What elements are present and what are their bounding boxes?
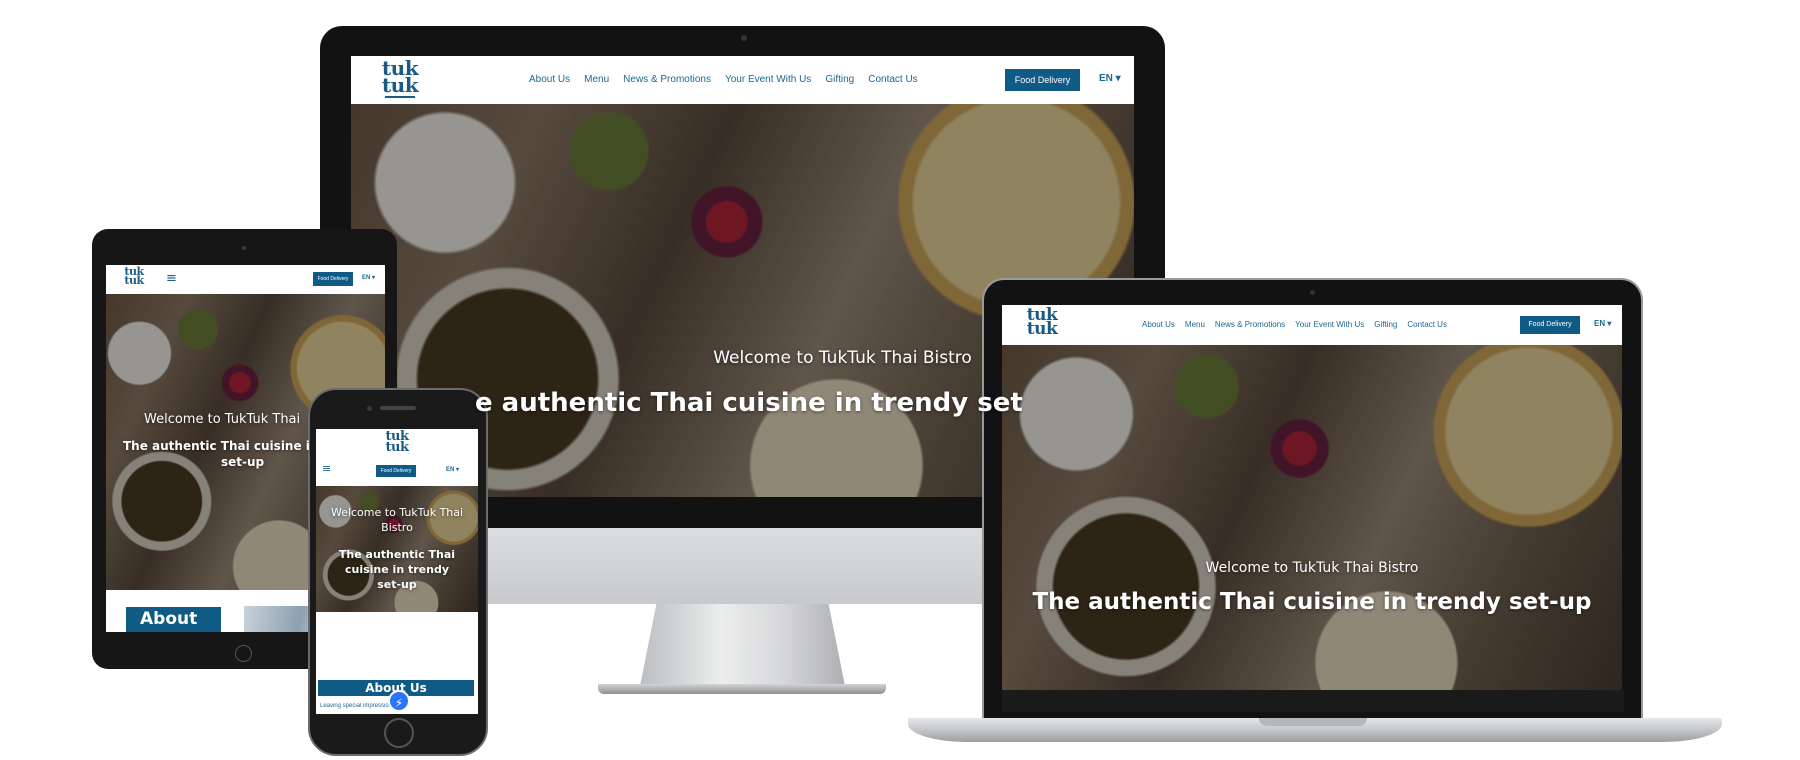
nav-gifting[interactable]: Gifting xyxy=(1374,320,1397,329)
nav-menu[interactable]: Menu xyxy=(1185,320,1205,329)
imac-base xyxy=(598,684,886,694)
language-selector[interactable]: EN ▾ xyxy=(1594,319,1611,328)
hero-tagline-line3: set-up xyxy=(377,578,417,591)
tablet-camera xyxy=(242,246,246,250)
food-delivery-button[interactable]: Food Delivery xyxy=(313,272,353,286)
laptop-main-menu: About Us Menu News & Promotions Your Eve… xyxy=(1142,320,1447,329)
hero-welcome-text: Welcome to TukTuk Thai Bistro xyxy=(1205,560,1419,576)
language-selector[interactable]: EN ▾ xyxy=(362,274,375,281)
hero-welcome-line2: Bistro xyxy=(381,521,413,534)
nav-contact-us[interactable]: Contact Us xyxy=(1407,320,1447,329)
nav-gifting[interactable]: Gifting xyxy=(825,74,854,85)
hero-welcome-text: Welcome to TukTuk Thai xyxy=(144,412,301,427)
logo-text-line2: tuk xyxy=(124,274,144,288)
hero-tagline: e authentic Thai cuisine in trendy set xyxy=(475,388,1023,418)
nav-your-event[interactable]: Your Event With Us xyxy=(1295,320,1364,329)
nav-menu[interactable]: Menu xyxy=(584,74,609,85)
nav-about-us[interactable]: About Us xyxy=(529,74,570,85)
logo-text-line2: tuk xyxy=(385,440,409,456)
hero-tagline-line1: The authentic Thai cuisine i xyxy=(123,439,310,453)
nav-contact-us[interactable]: Contact Us xyxy=(868,74,917,85)
hero-tagline: The authentic Thai cuisine in trendy set… xyxy=(1032,589,1592,615)
phone-logo[interactable]: tuk tuk xyxy=(384,430,410,456)
nav-news-promotions[interactable]: News & Promotions xyxy=(1215,320,1285,329)
nav-your-event[interactable]: Your Event With Us xyxy=(725,74,811,85)
laptop-camera xyxy=(1310,290,1315,295)
tablet-about-heading: About xyxy=(126,607,221,632)
logo-text-line2: tuk xyxy=(381,73,419,97)
language-selector[interactable]: EN ▾ xyxy=(1099,73,1121,84)
imac-stand xyxy=(640,604,845,686)
food-delivery-button[interactable]: Food Delivery xyxy=(1005,69,1080,91)
hero-welcome-line1: Welcome to TukTuk Thai xyxy=(330,506,464,519)
hero-tagline-line1: The authentic Thai xyxy=(338,548,456,561)
phone-home-button xyxy=(384,718,414,748)
phone-hero-image: Welcome to TukTuk Thai Bistro The authen… xyxy=(316,486,478,613)
logo-text-line2: tuk xyxy=(1026,319,1058,340)
hamburger-menu-icon[interactable]: ≡ xyxy=(166,271,177,286)
laptop-bottom-bezel xyxy=(1002,690,1624,712)
tablet-home-button xyxy=(235,645,252,662)
laptop-logo[interactable]: tuk tuk xyxy=(1026,307,1058,340)
messenger-chat-icon[interactable]: ⚡ xyxy=(388,690,410,712)
tablet-site-header: tuk tuk ≡ Food Delivery EN ▾ xyxy=(106,265,385,294)
hero-tagline-line2: set-up xyxy=(221,455,265,469)
imac-main-menu: About Us Menu News & Promotions Your Eve… xyxy=(529,74,918,85)
laptop-opening-notch xyxy=(1259,718,1367,726)
language-selector[interactable]: EN ▾ xyxy=(446,466,459,473)
tablet-logo[interactable]: tuk tuk xyxy=(123,266,145,288)
hero-welcome-text: Welcome to TukTuk Thai Bistro xyxy=(713,348,972,368)
nav-news-promotions[interactable]: News & Promotions xyxy=(623,74,711,85)
imac-logo[interactable]: tuk tuk xyxy=(381,58,419,98)
apple-logo-icon xyxy=(724,546,762,586)
hero-tagline-line2: cuisine in trendy xyxy=(344,563,449,576)
food-delivery-button[interactable]: Food Delivery xyxy=(1520,316,1580,334)
nav-about-us[interactable]: About Us xyxy=(1142,320,1175,329)
imac-camera xyxy=(741,35,747,41)
laptop-site-header: tuk tuk About Us Menu News & Promotions … xyxy=(1002,305,1622,345)
imac-site-header: tuk tuk About Us Menu News & Promotions … xyxy=(351,56,1134,104)
